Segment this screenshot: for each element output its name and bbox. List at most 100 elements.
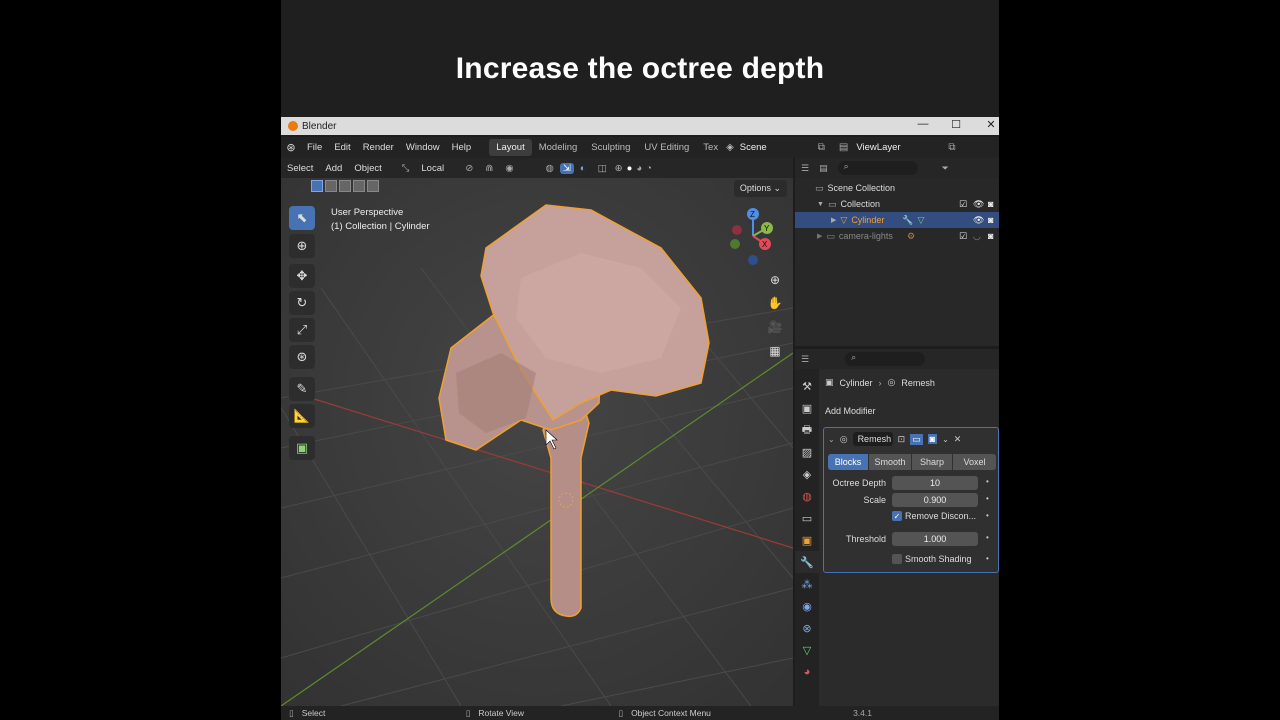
maximize-button[interactable]: ☐ bbox=[946, 118, 966, 131]
tab-uv-editing[interactable]: UV Editing bbox=[637, 139, 696, 156]
viewport-toggle-icon[interactable]: ▭ bbox=[910, 433, 923, 445]
checkbox-icon[interactable]: ☑ bbox=[959, 199, 967, 210]
select-intersect-icon[interactable] bbox=[367, 180, 379, 192]
eye-icon[interactable]: 👁 bbox=[973, 215, 984, 226]
tab-sculpting[interactable]: Sculpting bbox=[584, 139, 637, 156]
material-tab-icon[interactable]: ◕ bbox=[795, 661, 819, 683]
3d-viewport[interactable]: Select Add Object ⤡ Local ⊘ ⋒ ◉ ◍ ⇲ ◐ ◫ … bbox=[281, 158, 793, 706]
select-invert-icon[interactable] bbox=[353, 180, 365, 192]
menu-file[interactable]: File bbox=[301, 142, 328, 153]
solid-shading-icon[interactable]: ● bbox=[625, 163, 635, 174]
select-box-tool[interactable]: ⬉ bbox=[289, 206, 315, 230]
dropdown-icon[interactable]: ⌄ bbox=[942, 435, 949, 444]
eye-hidden-icon[interactable]: ◡ bbox=[973, 231, 981, 242]
expand-icon[interactable]: ▶ bbox=[831, 216, 836, 224]
menu-edit[interactable]: Edit bbox=[328, 142, 356, 153]
collection-tab-icon[interactable]: ▭ bbox=[795, 507, 819, 529]
zoom-icon[interactable]: ⊕ bbox=[765, 270, 785, 290]
keyframe-dot-icon[interactable]: • bbox=[986, 477, 989, 486]
filter-icon[interactable]: ⏷ bbox=[942, 163, 949, 174]
minimize-button[interactable]: — bbox=[913, 118, 933, 130]
transform-tool[interactable]: ⊛ bbox=[289, 345, 315, 369]
keyframe-dot-icon[interactable]: • bbox=[986, 511, 989, 520]
new-scene-icon[interactable]: ⧉ bbox=[818, 142, 825, 153]
mode-sharp[interactable]: Sharp bbox=[912, 454, 952, 470]
add-cube-tool[interactable]: ▣ bbox=[289, 436, 315, 460]
pan-hand-icon[interactable]: ✋ bbox=[765, 293, 785, 313]
physics-tab-icon[interactable]: ◉ bbox=[795, 595, 819, 617]
constraints-tab-icon[interactable]: ⊗ bbox=[795, 617, 819, 639]
scene-tab-icon[interactable]: ◈ bbox=[795, 463, 819, 485]
keyframe-dot-icon[interactable]: • bbox=[986, 533, 989, 542]
menu-render[interactable]: Render bbox=[357, 142, 400, 153]
mode-voxel[interactable]: Voxel bbox=[953, 454, 996, 470]
outliner-search-input[interactable]: ⌕ bbox=[837, 161, 918, 175]
render-tab-icon[interactable]: ▣ bbox=[795, 397, 819, 419]
outliner-row-scene-collection[interactable]: ▭ Scene Collection bbox=[795, 180, 999, 196]
modifier-name-field[interactable]: Remesh bbox=[852, 432, 893, 446]
perspective-toggle-icon[interactable]: ▦ bbox=[765, 341, 785, 361]
editor-type-icon[interactable]: ☰ bbox=[795, 354, 815, 365]
gizmo-toggle-icon[interactable]: ⇲ bbox=[559, 162, 574, 174]
transform-orientation-dropdown[interactable]: Local bbox=[415, 163, 459, 174]
smooth-shading-checkbox[interactable] bbox=[892, 554, 902, 564]
tab-texture-paint[interactable]: Tex bbox=[696, 139, 720, 156]
object-menu[interactable]: Object bbox=[348, 163, 387, 174]
snap-icon[interactable]: ⋒ bbox=[479, 163, 499, 174]
pivot-icon[interactable]: ⊘ bbox=[459, 163, 479, 174]
camera-icon[interactable]: ◙ bbox=[988, 215, 993, 225]
camera-icon[interactable]: ◙ bbox=[988, 231, 993, 241]
outliner-row-camera-lights[interactable]: ▶ ▭ camera-lights ⚙ ☑ ◡ ◙ bbox=[795, 228, 999, 244]
annotate-tool[interactable]: ✎ bbox=[289, 377, 315, 401]
object-tab-icon[interactable]: ▣ bbox=[795, 529, 819, 551]
expand-icon[interactable]: ▼ bbox=[817, 201, 824, 208]
tab-modeling[interactable]: Modeling bbox=[532, 139, 585, 156]
material-shading-icon[interactable]: ◕ bbox=[634, 163, 644, 174]
menu-window[interactable]: Window bbox=[400, 142, 446, 153]
data-tab-icon[interactable]: ▽ bbox=[795, 639, 819, 661]
visibility-icon[interactable]: ◍ bbox=[540, 163, 560, 174]
particles-tab-icon[interactable]: ⁂ bbox=[795, 573, 819, 595]
select-extend-icon[interactable] bbox=[325, 180, 337, 192]
select-menu[interactable]: Select bbox=[281, 163, 319, 174]
view-layer-tab-icon[interactable]: ▨ bbox=[795, 441, 819, 463]
wireframe-shading-icon[interactable]: ⊕ bbox=[613, 163, 625, 174]
remove-disconnected-checkbox[interactable]: ✓ bbox=[892, 511, 902, 521]
keyframe-dot-icon[interactable]: • bbox=[986, 494, 989, 503]
select-subtract-icon[interactable] bbox=[339, 180, 351, 192]
menu-help[interactable]: Help bbox=[446, 142, 478, 153]
rendered-shading-icon[interactable]: ◔ bbox=[644, 163, 654, 174]
editor-type-icon[interactable]: ☰ bbox=[795, 163, 815, 174]
threshold-field[interactable]: 1.000 bbox=[892, 532, 978, 546]
expand-icon[interactable]: ▶ bbox=[817, 232, 822, 240]
add-modifier-button[interactable]: Add Modifier bbox=[821, 403, 999, 419]
modifier-tab-icon[interactable]: 🔧 bbox=[795, 551, 819, 573]
blender-menu-icon[interactable]: ⊛ bbox=[281, 141, 301, 154]
properties-search-input[interactable]: ⌕ bbox=[845, 352, 926, 366]
move-tool[interactable]: ✥ bbox=[289, 264, 315, 288]
display-mode-icon[interactable]: ▤ bbox=[815, 163, 832, 174]
select-new-icon[interactable] bbox=[311, 180, 323, 192]
scale-field[interactable]: 0.900 bbox=[892, 493, 978, 507]
xray-icon[interactable]: ◫ bbox=[592, 163, 613, 174]
camera-icon[interactable]: ◙ bbox=[988, 199, 993, 209]
tab-layout[interactable]: Layout bbox=[489, 139, 532, 156]
scene-selector[interactable]: Scene bbox=[740, 142, 818, 153]
output-tab-icon[interactable]: 🖶 bbox=[795, 419, 819, 441]
collapse-icon[interactable]: ⌄ bbox=[828, 435, 835, 444]
viewlayer-selector[interactable]: ViewLayer bbox=[856, 142, 948, 153]
add-menu[interactable]: Add bbox=[319, 163, 348, 174]
cursor-tool[interactable]: ⊕ bbox=[289, 234, 315, 258]
outliner-row-cylinder[interactable]: ▶ ▽ Cylinder 🔧 ▽ 👁 ◙ bbox=[795, 212, 999, 228]
options-dropdown[interactable]: Options ⌄ bbox=[733, 180, 787, 197]
keyframe-dot-icon[interactable]: • bbox=[986, 554, 989, 563]
scale-tool[interactable]: ⤢ bbox=[289, 318, 315, 342]
checkbox-icon[interactable]: ☑ bbox=[959, 231, 967, 242]
editmode-toggle-icon[interactable]: ⊡ bbox=[898, 434, 906, 445]
overlay-toggle-icon[interactable]: ◐ bbox=[574, 163, 592, 174]
world-tab-icon[interactable]: ◍ bbox=[795, 485, 819, 507]
measure-tool[interactable]: 📐 bbox=[289, 404, 315, 428]
new-viewlayer-icon[interactable]: ⧉ bbox=[948, 142, 955, 153]
octree-depth-field[interactable]: 10 bbox=[892, 476, 978, 490]
tool-tab-icon[interactable]: ⚒ bbox=[795, 375, 819, 397]
